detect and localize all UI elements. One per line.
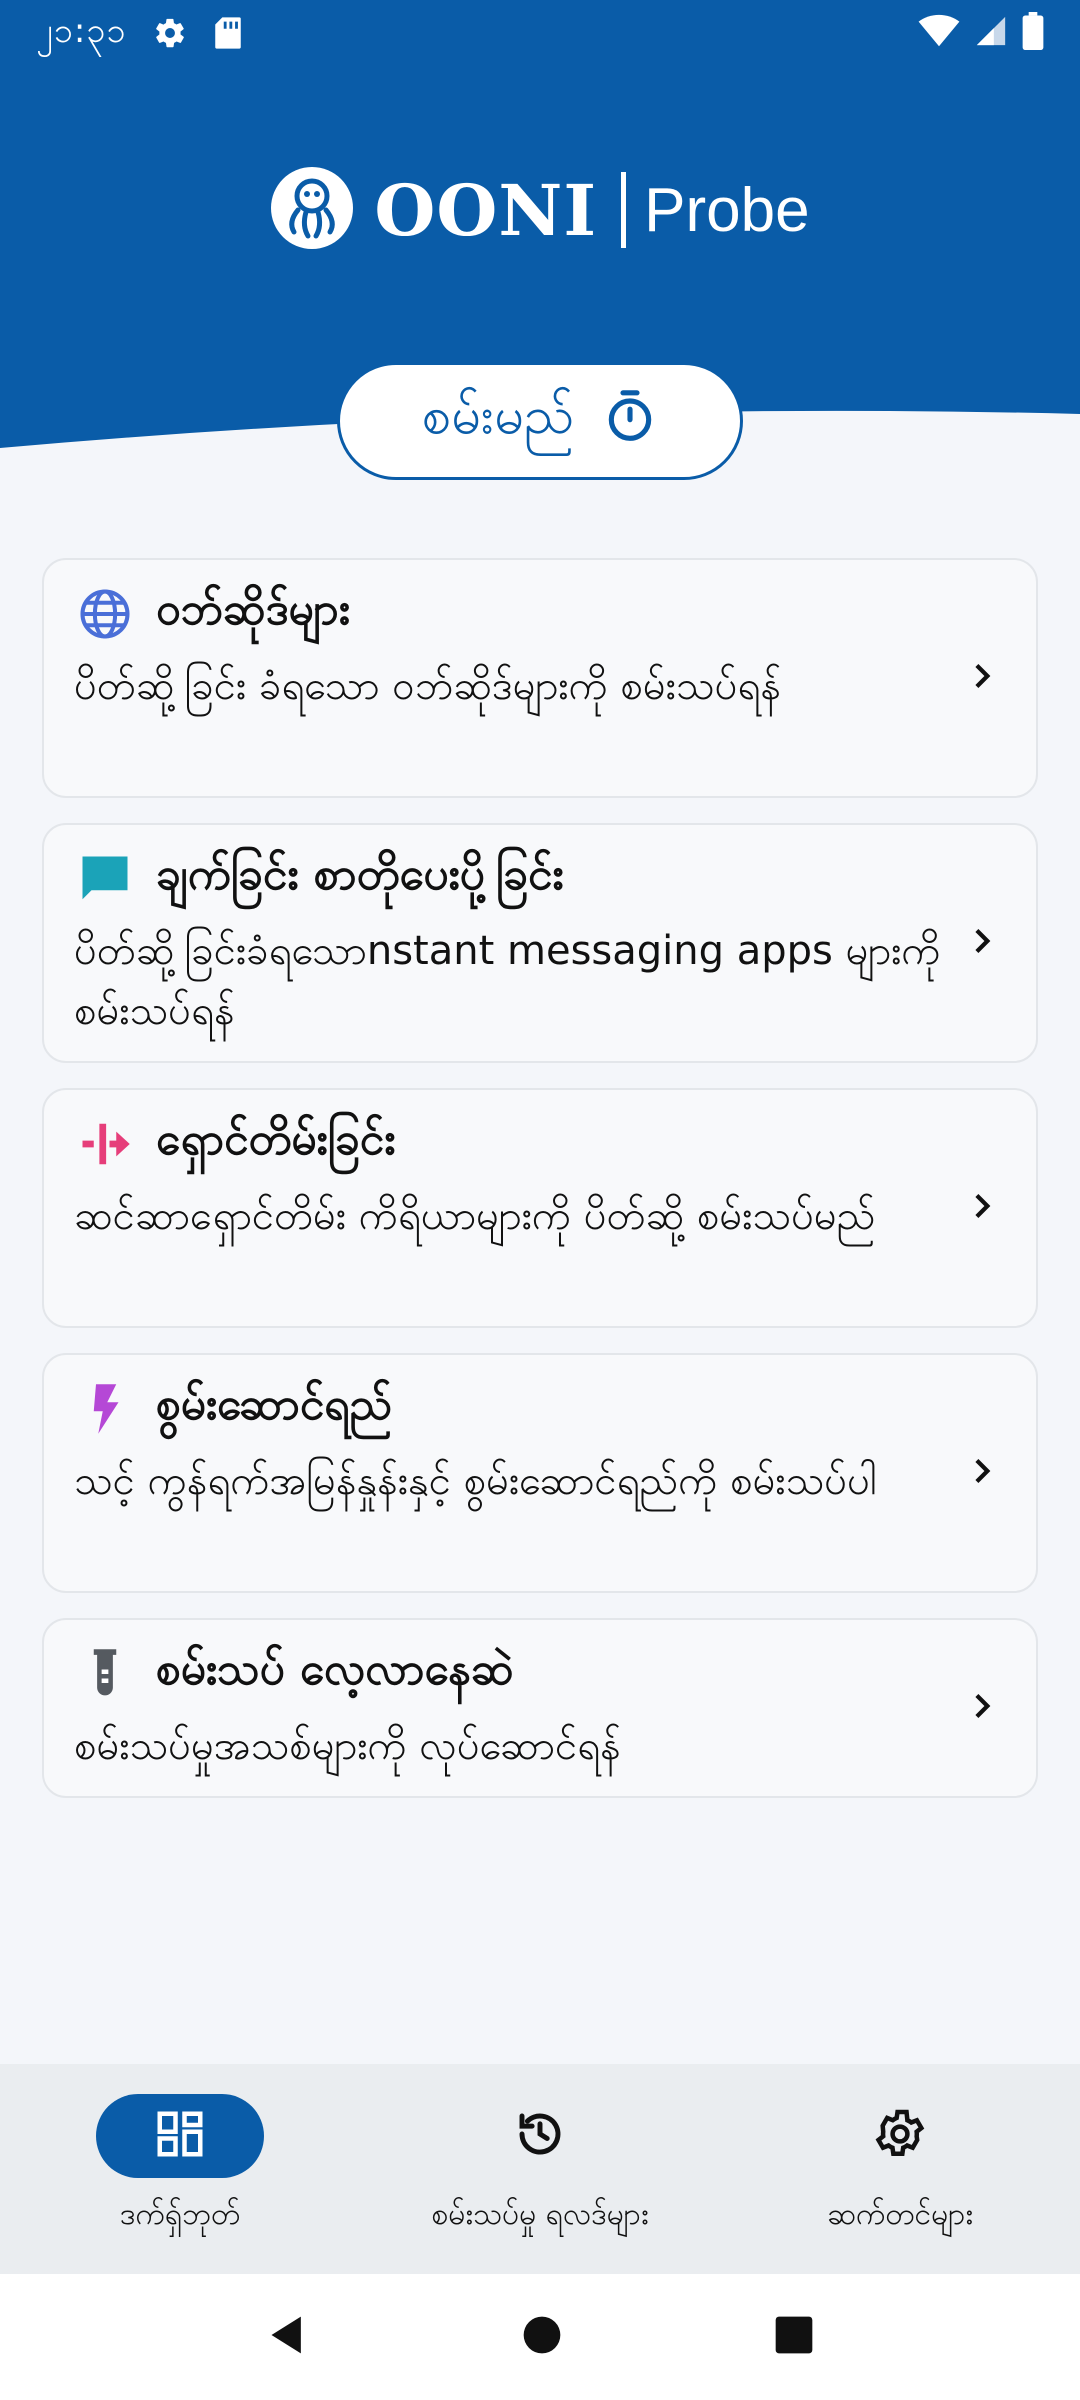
history-icon	[513, 2107, 567, 2165]
ooni-probe-logo: OONI Probe	[0, 160, 1080, 260]
brand-name: OONI	[374, 168, 598, 252]
nav-dashboard[interactable]: ဒက်ရှ်ဘုတ်	[0, 2064, 360, 2274]
card-title: စွမ်းဆောင်ရည်	[156, 1379, 393, 1430]
timer-icon	[602, 387, 658, 456]
card-websites[interactable]: ဝဘ်ဆိုဒ်များ ပိတ်ဆို့ခြင်း ခံရသော ဝဘ်ဆို…	[42, 558, 1038, 798]
card-title: စမ်းသပ် လေ့လာနေဆဲ	[156, 1644, 514, 1695]
status-bar: ၂၁:၃၁	[0, 0, 1080, 66]
chevron-right-icon	[964, 923, 1000, 963]
card-experimental[interactable]: စမ်းသပ် လေ့လာနေဆဲ စမ်းသပ်မှုအသစ်များကို …	[42, 1618, 1038, 1798]
card-title: ရှောင်တိမ်းခြင်း	[156, 1114, 396, 1165]
nav-label: ဒက်ရှ်ဘုတ်	[119, 2197, 241, 2232]
wifi-icon	[918, 14, 960, 52]
chevron-right-icon	[964, 658, 1000, 698]
chat-bubble-icon	[78, 852, 132, 906]
card-instant-messaging[interactable]: ချက်ခြင်း စာတိုပေးပို့ခြင်း ပိတ်ဆို့ခြင်…	[42, 823, 1038, 1063]
nav-active-indicator	[96, 2094, 264, 2178]
nav-label: ဆက်တင်များ	[826, 2197, 974, 2232]
run-button-label: စမ်းမည်	[421, 386, 575, 446]
globe-icon	[78, 587, 132, 641]
card-description: သင့် ကွန်ရက်အမြန်နှုန်းနှင့် စွမ်းဆောင်ရ…	[74, 1458, 877, 1504]
status-time: ၂၁:၃၁	[36, 10, 127, 51]
signal-icon	[974, 14, 1008, 52]
nav-label: စမ်းသပ်မှု ရလဒ်များ	[431, 2197, 649, 2232]
card-circumvention[interactable]: ရှောင်တိမ်းခြင်း ဆင်ဆာရှောင်တိမ်း ကိရိယာ…	[42, 1088, 1038, 1328]
card-title: ဝဘ်ဆိုဒ်များ	[156, 584, 350, 635]
chevron-right-icon	[964, 1188, 1000, 1228]
dashboard-icon	[153, 2107, 207, 2165]
logo-divider	[621, 172, 627, 248]
back-icon[interactable]	[266, 2313, 310, 2361]
home-icon[interactable]	[522, 2315, 562, 2359]
sd-card-icon	[213, 16, 243, 50]
card-description: ဆင်ဆာရှောင်တိမ်း ကိရိယာများကို ပိတ်ဆို့ …	[74, 1193, 876, 1239]
gear-icon	[153, 16, 187, 50]
nav-test-results[interactable]: စမ်းသပ်မှု ရလဒ်များ	[360, 2064, 720, 2274]
card-description: စမ်းသပ်မှုအသစ်များကို လုပ်ဆောင်ရန်	[74, 1723, 621, 1769]
settings-gear-icon	[873, 2107, 927, 2165]
card-description: ပိတ်ဆို့ခြင်း ခံရသော ဝဘ်ဆိုဒ်များကို စမ်…	[74, 663, 782, 709]
nav-icon-container	[816, 2094, 984, 2178]
nav-settings[interactable]: ဆက်တင်များ	[720, 2064, 1080, 2274]
bottom-navigation: ဒက်ရှ်ဘုတ် စမ်းသပ်မှု ရလဒ်များ ဆက်တင်မျာ…	[0, 2064, 1080, 2274]
lightning-icon	[78, 1382, 132, 1436]
system-navigation-bar	[0, 2274, 1080, 2400]
chevron-right-icon	[964, 1688, 1000, 1728]
card-title: ချက်ခြင်း စာတိုပေးပို့ခြင်း	[156, 849, 564, 900]
ooni-octopus-icon	[270, 166, 354, 254]
card-performance[interactable]: စွမ်းဆောင်ရည် သင့် ကွန်ရက်အမြန်နှုန်းနှင…	[42, 1353, 1038, 1593]
test-tube-icon	[78, 1647, 132, 1701]
recents-icon[interactable]	[774, 2315, 814, 2359]
chevron-right-icon	[964, 1453, 1000, 1493]
card-description: ပိတ်ဆို့ခြင်းခံရသောnstant messaging apps…	[74, 928, 941, 1034]
circumvention-icon	[78, 1117, 132, 1171]
product-name: Probe	[644, 175, 810, 245]
battery-icon	[1022, 12, 1044, 54]
run-tests-button[interactable]: စမ်းမည်	[337, 362, 743, 480]
nav-icon-container	[456, 2094, 624, 2178]
